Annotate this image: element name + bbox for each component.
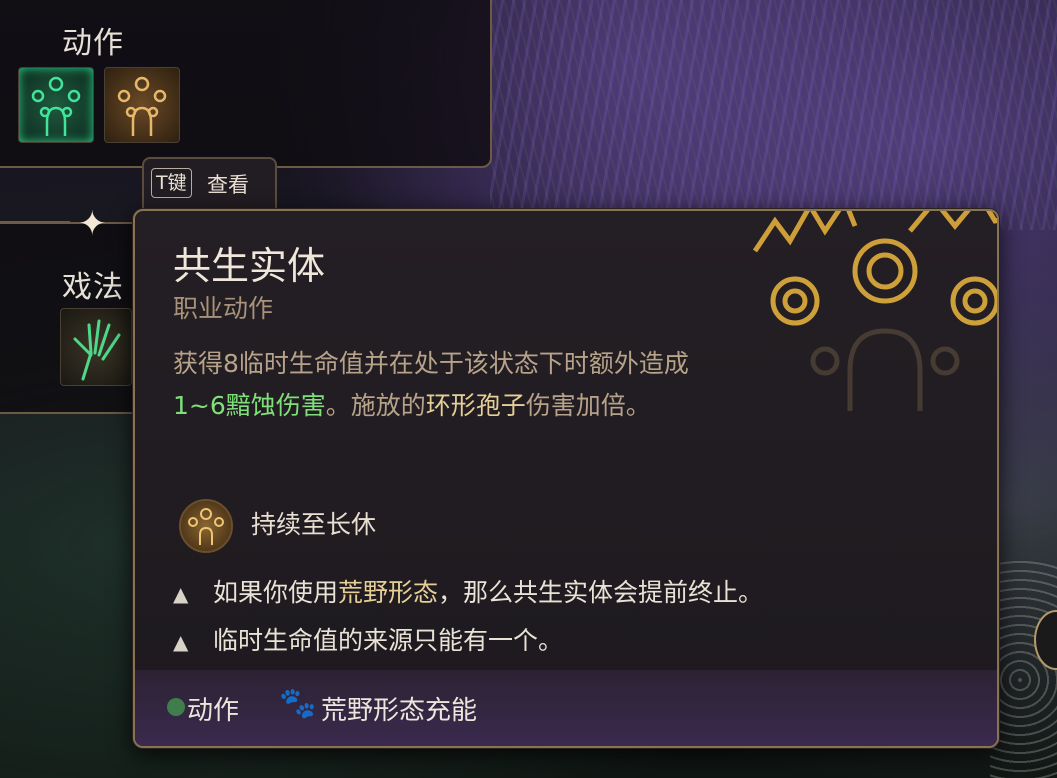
action-cost-label: 动作 [187,696,240,726]
warning-icon: ▲ [173,582,189,606]
tooltip-footer: 动作 🐾 荒野形态充能 [135,670,997,746]
description-text: 。施放的 [325,391,426,420]
background-rock [990,560,1057,778]
wild-shape-charge-label: 荒野形态充能 [321,696,478,726]
description-text: 获得8临时生命值并在处于该状态下时额外造成 [173,349,689,378]
inspect-label: 查看 [207,173,249,197]
warning-text: 如果你使用 [213,578,339,607]
symbiotic-entity-status-icon [179,499,233,553]
damage-text: 1~6黯蚀伤害 [173,391,326,420]
warning-line: ▲ 临时生命值的来源只能有一个。 [173,621,563,657]
symbiotic-entity-icon[interactable] [18,67,94,143]
section-divider [0,221,70,223]
paw-icon: 🐾 [279,686,317,721]
tooltip-description: 获得8临时生命值并在处于该状态下时额外造成 1~6黯蚀伤害。施放的环形孢子伤害加倍… [173,343,733,427]
spell-tooltip: 共生实体 职业动作 获得8临时生命值并在处于该状态下时额外造成 1~6黯蚀伤害。施… [133,209,999,748]
tooltip-subtitle: 职业动作 [173,294,274,323]
warning-text: 临时生命值的来源只能有一个。 [213,626,564,655]
spore-link[interactable]: 环形孢子 [426,391,526,420]
chill-touch-hand-icon[interactable] [60,308,132,386]
background-lavender [490,0,1057,230]
symbiotic-entity-art-icon [752,211,997,411]
divider-star-icon: ✦ [78,204,107,244]
description-text: 伤害加倍。 [525,391,651,420]
wild-shape-link[interactable]: 荒野形态 [338,578,438,607]
actions-label: 动作 [62,26,124,61]
symbiotic-entity-gold-icon[interactable] [104,67,180,143]
warning-text: ，那么共生实体会提前终止。 [438,578,764,607]
tooltip-title: 共生实体 [173,244,326,288]
t-key-cap: T键 [151,168,192,198]
warning-line: ▲ 如果你使用荒野形态，那么共生实体会提前终止。 [173,573,763,609]
cantrips-label: 戏法 [62,270,124,305]
warning-icon: ▲ [173,630,189,654]
action-resource-icon [167,698,185,716]
inspect-key-hint[interactable]: T键 查看 [142,157,277,215]
duration-text: 持续至长休 [251,510,377,539]
